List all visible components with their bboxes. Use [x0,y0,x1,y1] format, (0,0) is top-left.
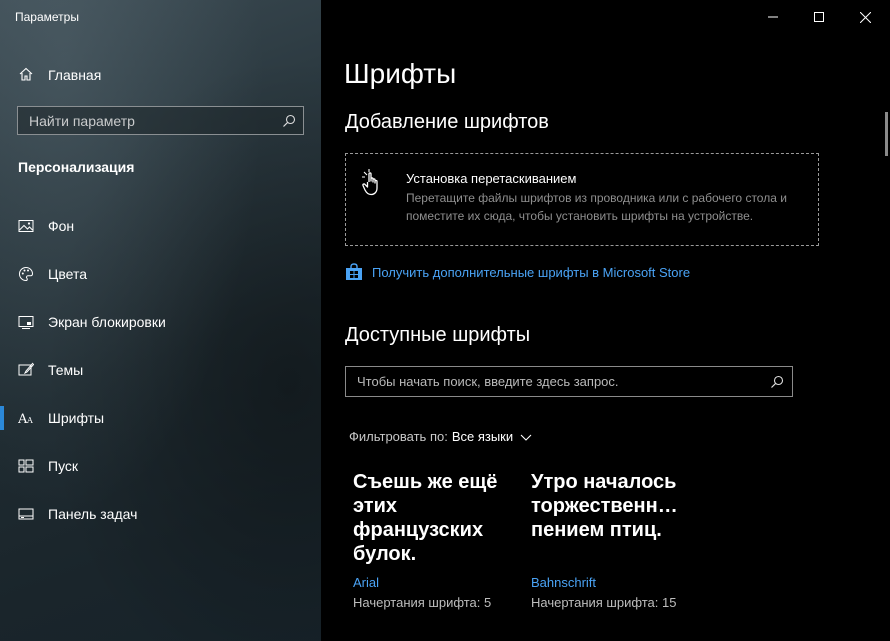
maximize-icon [814,12,824,22]
main-content: Шрифты Добавление шрифтов Установка пере… [321,0,890,641]
sidebar-item-label: Фон [48,218,75,234]
sidebar-item-label: Панель задач [48,506,138,522]
font-card-bahnschrift[interactable]: Утро началось торжественн… пением птиц. … [531,470,701,610]
taskbar-icon [18,506,34,522]
sidebar-item-label: Главная [48,67,102,83]
start-icon [18,458,34,474]
font-search-box[interactable] [345,366,793,397]
active-indicator [0,406,4,430]
sidebar-item-themes[interactable]: Темы [0,350,321,390]
sidebar-item-label: Экран блокировки [48,314,166,330]
font-styles-count: Начертания шрифта: 15 [531,595,677,610]
palette-icon [18,266,34,282]
search-icon[interactable] [275,107,303,134]
font-name: Arial [353,575,380,590]
search-icon[interactable] [762,367,792,396]
font-name: Bahnschrift [531,575,597,590]
sidebar-item-start[interactable]: Пуск [0,446,321,486]
language-filter[interactable]: Фильтровать по: Все языки [349,429,532,444]
svg-text:A: A [26,416,33,425]
store-link-label[interactable]: Получить дополнительные шрифты в Microso… [372,265,690,280]
sidebar-item-background[interactable]: Фон [0,206,321,246]
window-title: Параметры [15,10,79,24]
sidebar-item-lock-screen[interactable]: Экран блокировки [0,302,321,342]
brush-icon [18,362,35,378]
sidebar-item-label: Шрифты [48,410,105,426]
font-card-arial[interactable]: Съешь же ещё этих французских булок. Ari… [353,470,523,610]
drop-zone-description: Перетащите файлы шрифтов из проводника и… [406,191,787,223]
store-link[interactable]: Получить дополнительные шрифты в Microso… [345,262,690,282]
minimize-button[interactable] [750,0,796,34]
sidebar-item-home[interactable]: Главная [0,60,321,88]
drop-zone-title: Установка перетаскиванием [406,171,577,186]
filter-label: Фильтровать по: [349,429,448,444]
sidebar: Параметры Главная Персонализация Фон Цве… [0,0,321,641]
font-icon: AA [17,410,34,427]
available-fonts-heading: Доступные шрифты [345,324,531,346]
font-preview-text: Утро началось торжественн… пением птиц. [531,471,678,541]
store-icon [346,263,362,280]
close-icon [859,11,871,23]
close-button[interactable] [842,0,888,34]
sidebar-item-label: Цвета [48,266,87,282]
sidebar-item-fonts[interactable]: AA Шрифты [0,398,321,438]
settings-search-input[interactable] [18,112,275,129]
chevron-down-icon[interactable] [520,431,532,443]
lock-screen-icon [18,314,34,330]
filter-value[interactable]: Все языки [452,429,513,444]
settings-search-box[interactable] [17,106,304,135]
font-search-input[interactable] [346,374,762,389]
minimize-icon [768,16,778,18]
page-title: Шрифты [344,58,457,89]
sidebar-item-taskbar[interactable]: Панель задач [0,494,321,534]
image-icon [18,218,34,234]
home-icon [18,66,34,82]
add-fonts-heading: Добавление шрифтов [345,111,549,133]
font-styles-count: Начертания шрифта: 5 [353,595,492,610]
sidebar-item-colors[interactable]: Цвета [0,254,321,294]
font-preview-text: Съешь же ещё этих французских булок. [353,471,498,565]
sidebar-item-label: Пуск [48,458,79,474]
sidebar-item-label: Темы [48,362,84,378]
scrollbar[interactable] [885,112,888,156]
drag-hand-icon [360,168,392,200]
font-drop-zone[interactable]: Установка перетаскиванием Перетащите фай… [345,153,819,246]
maximize-button[interactable] [796,0,842,34]
section-title: Персонализация [18,159,135,175]
